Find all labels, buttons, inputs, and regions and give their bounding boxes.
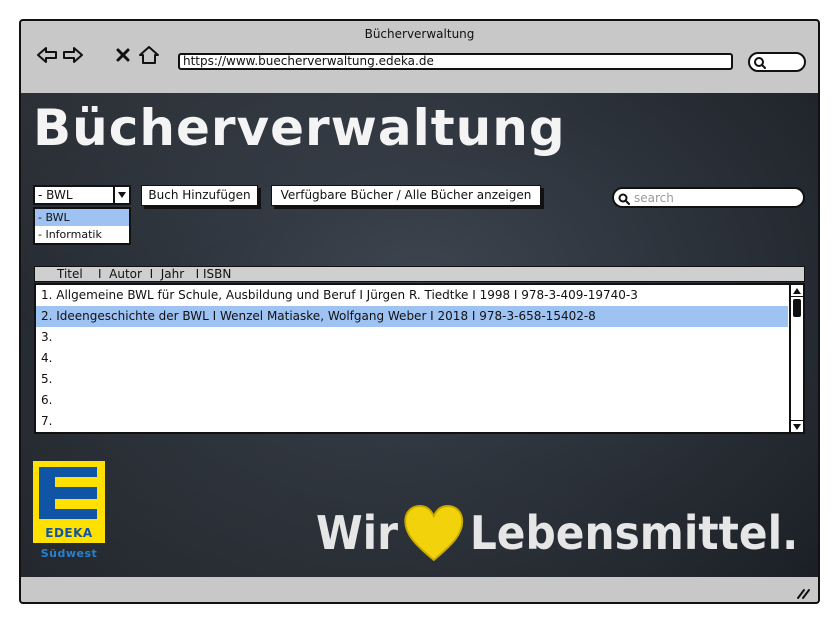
scroll-down-button[interactable] [791,420,803,432]
forward-button[interactable] [61,43,85,67]
chevron-down-icon [793,423,801,430]
scroll-thumb[interactable] [793,299,801,317]
page-content: Bücherverwaltung - BWL - BWL - Informati… [21,93,818,577]
table-row[interactable]: 3. [36,327,788,348]
table-row[interactable]: 5. [36,369,788,390]
back-button[interactable] [35,43,59,67]
browser-search-field[interactable] [748,52,806,72]
category-select[interactable]: - BWL [33,185,131,205]
chevron-up-icon [793,287,801,294]
search-input[interactable]: search [612,187,805,208]
close-icon [116,48,130,62]
home-icon [139,46,159,64]
slogan: Wir Lebensmittel. [316,501,798,565]
home-button[interactable] [137,43,161,67]
address-bar[interactable]: https://www.buecherverwaltung.edeka.de [178,53,733,70]
table-row[interactable]: 1. Allgemeine BWL für Schule, Ausbildung… [36,285,788,306]
edeka-logo-box: EDEKA [33,461,105,543]
search-icon [618,193,630,205]
window-title: Bücherverwaltung [364,27,475,41]
scroll-up-button[interactable] [791,285,803,297]
table-row[interactable]: 4. [36,348,788,369]
heart-icon [404,504,464,562]
table-row[interactable]: 6. [36,390,788,411]
edeka-logo: EDEKA Südwest [33,461,105,563]
table-header: Titel I Autor I Jahr I ISBN [34,266,805,282]
slogan-right: Lebensmittel. [469,506,799,560]
category-option-informatik[interactable]: - Informatik [35,226,129,243]
resize-grip-icon [797,589,810,599]
window-resize-handle[interactable] [796,584,810,599]
browser-window: Bücherverwaltung https://www.buecherverw… [19,19,820,604]
search-placeholder: search [634,191,674,205]
scrollbar[interactable] [789,285,803,432]
toggle-available-books-button[interactable]: Verfügbare Bücher / Alle Bücher anzeigen [271,185,541,206]
category-dropdown-list: - BWL - Informatik [33,207,131,245]
edeka-e-mark [39,467,97,519]
add-book-button[interactable]: Buch Hinzufügen [141,185,258,206]
search-icon [754,57,766,69]
arrow-left-icon [37,47,57,63]
book-list: 1. Allgemeine BWL für Schule, Ausbildung… [34,283,805,434]
arrow-right-icon [63,47,83,63]
category-option-bwl[interactable]: - BWL [35,209,129,226]
table-row-selected[interactable]: 2. Ideengeschichte der BWL I Wenzel Mati… [36,306,788,327]
category-select-value: - BWL [38,188,73,202]
slogan-left: Wir [316,506,399,560]
close-button[interactable] [111,43,135,67]
edeka-logo-region: Südwest [40,547,98,560]
chevron-down-icon [118,192,126,198]
page-title: Bücherverwaltung [33,99,566,157]
table-row[interactable]: 7. [36,411,788,432]
category-select-toggle[interactable] [113,187,129,203]
edeka-logo-name: EDEKA [45,526,93,540]
